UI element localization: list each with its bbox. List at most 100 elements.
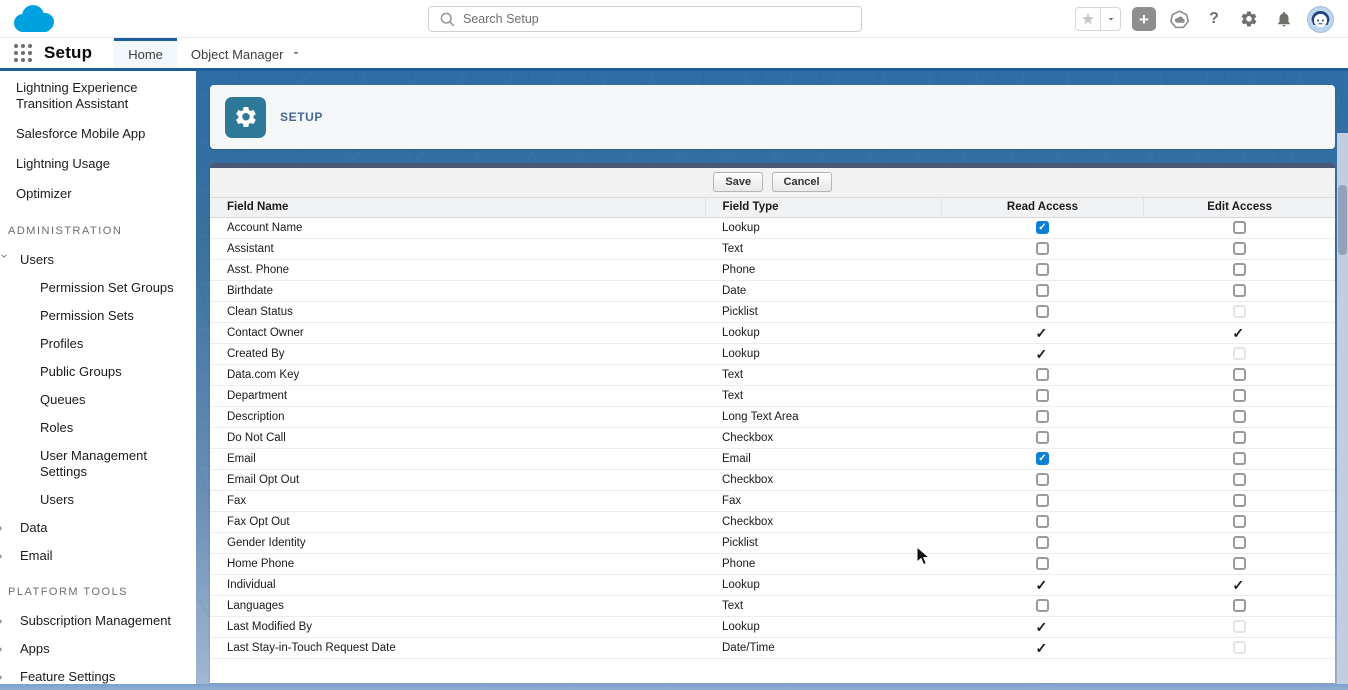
sidebar-item[interactable]: ›Optimizer: [0, 179, 196, 209]
scrollbar-thumb[interactable]: [1338, 185, 1347, 255]
field-type-cell: Lookup: [705, 343, 941, 364]
edit-access-checkbox[interactable]: [1233, 620, 1246, 633]
field-name-cell: Languages: [210, 595, 705, 616]
help-icon[interactable]: ?: [1202, 7, 1226, 31]
edit-access-checkbox[interactable]: [1233, 347, 1246, 360]
sidebar-item[interactable]: ›Permission Set Groups: [0, 274, 196, 302]
table-row: Last Modified By Lookup: [210, 616, 1335, 637]
edit-access-checkbox[interactable]: [1233, 242, 1246, 255]
save-button[interactable]: Save: [713, 172, 763, 192]
table-row: Data.com Key Text: [210, 364, 1335, 385]
sidebar-item[interactable]: ›Email: [0, 542, 196, 570]
nav-tabs: Home Object Manager: [114, 38, 316, 68]
edit-access-checkbox[interactable]: [1233, 473, 1246, 486]
field-type-cell: Lookup: [705, 322, 941, 343]
edit-access-checkbox[interactable]: [1232, 577, 1246, 593]
edit-access-checkbox[interactable]: [1233, 221, 1246, 234]
read-access-checkbox[interactable]: [1036, 346, 1050, 362]
edit-access-checkbox[interactable]: [1233, 536, 1246, 549]
field-type-cell: Long Text Area: [705, 406, 941, 427]
field-name-cell: Fax: [210, 490, 705, 511]
sidebar-item[interactable]: ›Data: [0, 514, 196, 542]
read-access-checkbox[interactable]: [1036, 494, 1049, 507]
sidebar-item[interactable]: ›Profiles: [0, 330, 196, 358]
field-name-cell: Home Phone: [210, 553, 705, 574]
read-access-checkbox[interactable]: [1036, 242, 1049, 255]
table-row: Fax Fax: [210, 490, 1335, 511]
read-access-checkbox[interactable]: [1036, 221, 1049, 234]
field-type-cell: Lookup: [705, 217, 941, 238]
app-launcher-icon[interactable]: [14, 44, 32, 62]
edit-access-checkbox[interactable]: [1233, 431, 1246, 444]
read-access-checkbox[interactable]: [1036, 557, 1049, 570]
cancel-button[interactable]: Cancel: [772, 172, 832, 192]
sidebar-item[interactable]: ›Users: [0, 486, 196, 514]
edit-access-checkbox[interactable]: [1233, 452, 1246, 465]
nav-tab[interactable]: Object Manager: [177, 38, 317, 68]
trailhead-icon[interactable]: [1167, 7, 1191, 31]
sidebar-item[interactable]: ›Users: [0, 246, 196, 274]
sidebar-item[interactable]: ›Apps: [0, 635, 196, 663]
edit-access-checkbox[interactable]: [1233, 599, 1246, 612]
salesforce-logo[interactable]: [8, 3, 60, 40]
sidebar-item[interactable]: ›Public Groups: [0, 358, 196, 386]
read-access-checkbox[interactable]: [1036, 325, 1050, 341]
read-access-checkbox[interactable]: [1036, 640, 1050, 656]
read-access-checkbox[interactable]: [1036, 284, 1049, 297]
nav-tab[interactable]: Home: [114, 38, 177, 68]
edit-access-checkbox[interactable]: [1233, 515, 1246, 528]
read-access-checkbox[interactable]: [1036, 368, 1049, 381]
table-row: Email Email: [210, 448, 1335, 469]
edit-access-checkbox[interactable]: [1233, 389, 1246, 402]
field-name-cell: Assistant: [210, 238, 705, 259]
sidebar-item[interactable]: ›Roles: [0, 414, 196, 442]
edit-access-checkbox[interactable]: [1232, 325, 1246, 341]
setup-gear-icon[interactable]: [1237, 7, 1261, 31]
read-access-checkbox[interactable]: [1036, 619, 1050, 635]
edit-access-checkbox[interactable]: [1233, 263, 1246, 276]
sidebar-item[interactable]: ›Lightning Experience Transition Assista…: [0, 73, 196, 119]
edit-access-checkbox[interactable]: [1233, 557, 1246, 570]
field-type-cell: Phone: [705, 259, 941, 280]
sidebar-item[interactable]: ›Permission Sets: [0, 302, 196, 330]
read-access-checkbox[interactable]: [1036, 410, 1049, 423]
table-header-row: Field Name Field Type Read Access Edit A…: [210, 198, 1335, 217]
read-access-checkbox[interactable]: [1036, 599, 1049, 612]
user-avatar[interactable]: [1307, 6, 1334, 33]
sidebar-item[interactable]: ›User Management Settings: [0, 442, 196, 486]
read-access-checkbox[interactable]: [1036, 452, 1049, 465]
favorite-star-button[interactable]: [1075, 7, 1101, 31]
quick-create-button[interactable]: +: [1132, 7, 1156, 31]
read-access-checkbox[interactable]: [1036, 473, 1049, 486]
edit-access-checkbox[interactable]: [1233, 641, 1246, 654]
read-access-checkbox[interactable]: [1036, 263, 1049, 276]
notifications-bell-icon[interactable]: [1272, 7, 1296, 31]
read-access-checkbox[interactable]: [1036, 577, 1050, 593]
field-type-cell: Checkbox: [705, 511, 941, 532]
setup-search-box[interactable]: [428, 6, 862, 32]
read-access-checkbox[interactable]: [1036, 305, 1049, 318]
search-input[interactable]: [463, 12, 823, 26]
field-type-cell: Text: [705, 385, 941, 406]
field-type-cell: Checkbox: [705, 427, 941, 448]
sidebar-item[interactable]: ›Subscription Management: [0, 607, 196, 635]
edit-access-checkbox[interactable]: [1233, 305, 1246, 318]
read-access-checkbox[interactable]: [1036, 536, 1049, 549]
field-type-cell: Text: [705, 238, 941, 259]
field-name-cell: Last Stay-in-Touch Request Date: [210, 637, 705, 658]
edit-access-checkbox[interactable]: [1233, 494, 1246, 507]
read-access-checkbox[interactable]: [1036, 431, 1049, 444]
sidebar-item[interactable]: ›Salesforce Mobile App: [0, 119, 196, 149]
read-access-checkbox[interactable]: [1036, 389, 1049, 402]
edit-access-checkbox[interactable]: [1233, 284, 1246, 297]
column-header-edit-access: Edit Access: [1144, 198, 1335, 217]
edit-access-checkbox[interactable]: [1233, 368, 1246, 381]
favorites-dropdown-button[interactable]: [1101, 7, 1121, 31]
page-scrollbar[interactable]: [1337, 133, 1348, 684]
sidebar-item[interactable]: ›Lightning Usage: [0, 149, 196, 179]
column-header-field-name: Field Name: [210, 198, 705, 217]
sidebar-item[interactable]: ›Queues: [0, 386, 196, 414]
setup-entity-icon: [225, 97, 266, 138]
edit-access-checkbox[interactable]: [1233, 410, 1246, 423]
read-access-checkbox[interactable]: [1036, 515, 1049, 528]
